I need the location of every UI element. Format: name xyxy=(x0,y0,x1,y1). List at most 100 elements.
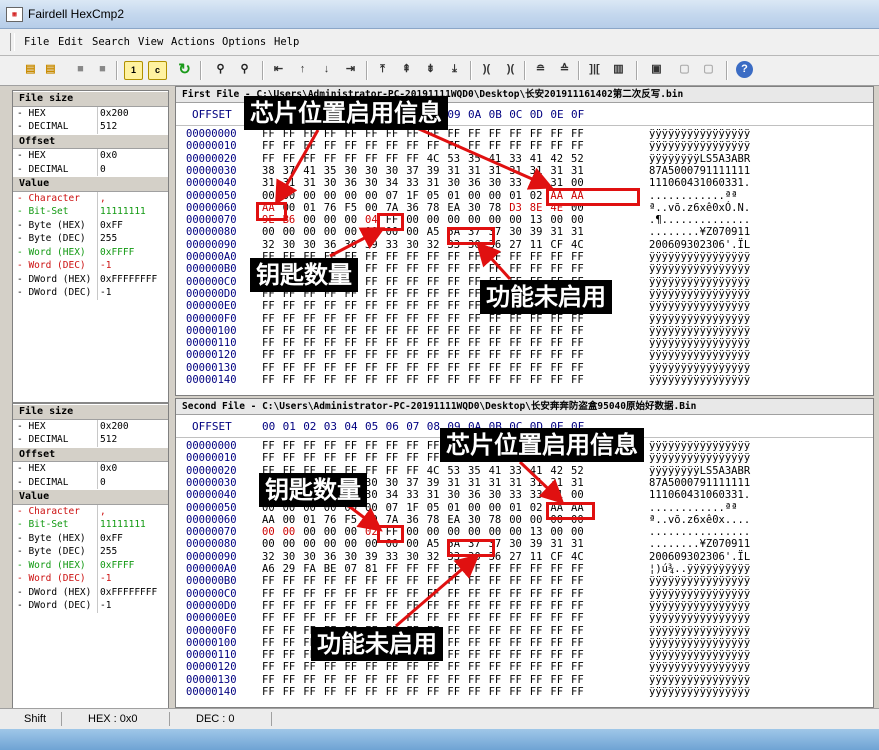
hex-byte[interactable]: 1F xyxy=(406,502,424,515)
hex-byte[interactable]: 1F xyxy=(406,190,424,203)
hex-byte[interactable]: FF xyxy=(571,374,589,387)
hex-byte[interactable]: FF xyxy=(468,674,486,687)
hex-byte[interactable]: FF xyxy=(365,612,383,625)
hex-byte[interactable]: 01 xyxy=(303,202,321,215)
hex-byte[interactable]: 36 xyxy=(406,514,424,527)
hex-byte[interactable]: 13 xyxy=(530,526,548,539)
hex-byte[interactable]: 30 xyxy=(447,489,465,502)
hex-byte[interactable]: FF xyxy=(262,440,280,453)
hex-byte[interactable]: FF xyxy=(489,625,507,638)
hex-byte[interactable]: CF xyxy=(550,551,568,564)
hex-byte[interactable]: FF xyxy=(303,674,321,687)
hex-row[interactable]: 00000050 00 00 00 00 00 00 07 1F 05 01 00 00 01 02 AA AA… xyxy=(176,190,873,203)
hex-byte[interactable]: FF xyxy=(468,374,486,387)
hex-byte[interactable]: FF xyxy=(550,140,568,153)
hex-byte[interactable]: FF xyxy=(530,337,548,350)
hex-byte[interactable]: FF xyxy=(324,337,342,350)
hex-byte[interactable]: BE xyxy=(324,563,342,576)
hex-byte[interactable]: 07 xyxy=(386,190,404,203)
hex-byte[interactable]: 31 xyxy=(530,477,548,490)
hex-byte[interactable]: FF xyxy=(509,674,527,687)
menu-edit[interactable]: Edit xyxy=(58,36,83,48)
hex-byte[interactable]: FF xyxy=(386,674,404,687)
hex-byte[interactable]: FF xyxy=(489,563,507,576)
menu-view[interactable]: View xyxy=(138,36,163,48)
hex-byte[interactable]: 35 xyxy=(468,465,486,478)
hex-byte[interactable]: FF xyxy=(324,374,342,387)
hex-byte[interactable]: FF xyxy=(489,637,507,650)
hex-byte[interactable]: FF xyxy=(365,300,383,313)
hex-byte[interactable]: FF xyxy=(447,325,465,338)
hex-byte[interactable]: 39 xyxy=(530,226,548,239)
hex-byte[interactable]: FF xyxy=(303,362,321,375)
hex-byte[interactable]: 36 xyxy=(406,202,424,215)
hex-byte[interactable]: FF xyxy=(262,661,280,674)
hex-byte[interactable]: FF xyxy=(303,313,321,326)
hex-byte[interactable]: FF xyxy=(262,362,280,375)
hex-byte[interactable]: 27 xyxy=(509,551,527,564)
sync-right-icon[interactable]: )( xyxy=(502,61,519,78)
hex-byte[interactable]: FF xyxy=(447,637,465,650)
hex-byte[interactable]: FF xyxy=(550,661,568,674)
hex-byte[interactable]: 35 xyxy=(324,165,342,178)
hex-byte[interactable]: 33 xyxy=(406,177,424,190)
hex-byte[interactable]: FF xyxy=(447,575,465,588)
hex-row[interactable]: 00000110FFFFFFFFFFFFFFFFFFFFFFFFFFFFFFFF… xyxy=(176,649,873,662)
page-down-icon[interactable]: ⇟ xyxy=(422,61,439,78)
hex-byte[interactable]: FF xyxy=(406,325,424,338)
hex-byte[interactable]: FF xyxy=(489,313,507,326)
hex-byte[interactable]: 07 xyxy=(344,563,362,576)
hex-byte[interactable]: 31 xyxy=(447,165,465,178)
hex-row[interactable]: 00000120 FF FF FF FF FF FF FF FF FF FF FF FF FF FF FF FF… xyxy=(176,349,873,362)
hex-row[interactable]: 00000080 00 00 00 00 00 00 00 00 A5 5A 37 37 30 39 31 31… xyxy=(176,538,873,551)
hex-byte[interactable]: 00 xyxy=(303,190,321,203)
hex-byte[interactable]: FF xyxy=(324,313,342,326)
hex-byte[interactable]: FF xyxy=(509,374,527,387)
hex-byte[interactable]: FF xyxy=(489,251,507,264)
hex-byte[interactable]: FF xyxy=(509,362,527,375)
hex-byte[interactable]: FF xyxy=(365,349,383,362)
hex-byte[interactable]: FF xyxy=(283,661,301,674)
hex-byte[interactable]: FF xyxy=(447,128,465,141)
hex-byte[interactable]: 29 xyxy=(283,563,301,576)
hex-byte[interactable]: 00 xyxy=(324,538,342,551)
find-next-icon[interactable]: ⚲ xyxy=(236,61,253,78)
hex-byte[interactable]: FF xyxy=(550,263,568,276)
hex-byte[interactable]: FF xyxy=(406,362,424,375)
hex-byte[interactable]: FF xyxy=(365,465,383,478)
hex-byte[interactable]: FF xyxy=(427,288,445,301)
hex-byte[interactable]: FF xyxy=(550,612,568,625)
hex-byte[interactable]: EA xyxy=(447,202,465,215)
hex-byte[interactable]: FF xyxy=(324,612,342,625)
hex-byte[interactable]: FF xyxy=(283,575,301,588)
hex-byte[interactable]: FF xyxy=(406,661,424,674)
hex-byte[interactable]: FF xyxy=(386,288,404,301)
hex-byte[interactable]: FF xyxy=(427,362,445,375)
hex-byte[interactable]: FF xyxy=(262,612,280,625)
hex-byte[interactable]: FF xyxy=(550,625,568,638)
hex-byte[interactable]: FF xyxy=(386,374,404,387)
hex-byte[interactable]: 30 xyxy=(386,165,404,178)
hex-byte[interactable]: FF xyxy=(468,600,486,613)
next-diff-icon[interactable]: ↓ xyxy=(318,61,335,78)
hex-byte[interactable]: FF xyxy=(324,140,342,153)
hex-byte[interactable]: 78 xyxy=(489,514,507,527)
hex-byte[interactable]: FF xyxy=(303,440,321,453)
hex-byte[interactable]: 31 xyxy=(530,165,548,178)
hex-byte[interactable]: 42 xyxy=(550,465,568,478)
hex-byte[interactable]: FF xyxy=(386,300,404,313)
hex-byte[interactable]: FF xyxy=(344,300,362,313)
hex-byte[interactable]: FF xyxy=(468,661,486,674)
hex-byte[interactable]: FF xyxy=(406,140,424,153)
open-second-icon[interactable]: ▤ xyxy=(42,61,59,78)
hex-byte[interactable]: FF xyxy=(283,349,301,362)
hex-row[interactable]: 000000B0FFFFFFFFFFFFFFFFFFFFFFFFFFFFFFFF… xyxy=(176,575,873,588)
hex-byte[interactable]: 00 xyxy=(406,538,424,551)
paste-icon[interactable]: ▢ xyxy=(700,61,717,78)
hex-byte[interactable]: 33 xyxy=(406,489,424,502)
hex-byte[interactable]: FF xyxy=(344,153,362,166)
hex-byte[interactable]: FF xyxy=(447,563,465,576)
hex-byte[interactable]: FF xyxy=(283,625,301,638)
hex-byte[interactable]: FF xyxy=(303,300,321,313)
hex-byte[interactable]: 31 xyxy=(571,165,589,178)
